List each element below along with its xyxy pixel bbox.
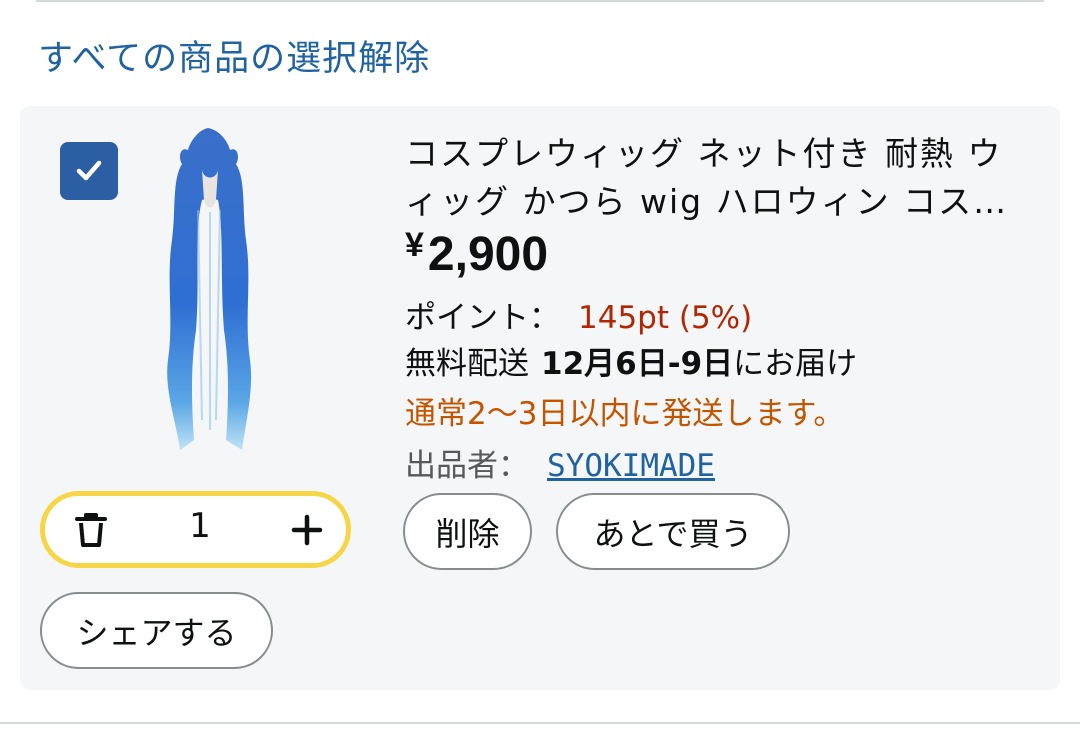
seller-label: 出品者： — [405, 448, 529, 484]
checkmark-icon — [76, 160, 102, 181]
price-value: 2,900 — [427, 228, 549, 281]
deselect-all-link[interactable]: すべての商品の選択解除 — [38, 30, 430, 81]
increase-quantity-button[interactable] — [285, 508, 329, 552]
decrease-quantity-button[interactable] — [71, 510, 111, 550]
quantity-value: 1 — [189, 506, 211, 546]
delivery-prefix: 無料配送 — [405, 346, 529, 382]
delivery-dates: 12月6日-9日 — [541, 346, 734, 382]
product-price: ¥2,900 — [405, 226, 548, 282]
product-title[interactable]: コスプレウィッグ ネット付き 耐熱 ウィッグ かつら wig ハロウィン コス… — [405, 130, 1023, 226]
points-label: ポイント： — [405, 300, 560, 336]
share-button[interactable]: シェアする — [40, 592, 273, 669]
bottom-divider — [0, 722, 1080, 724]
item-select-checkbox[interactable] — [60, 142, 118, 200]
seller-link[interactable]: SYOKIMADE — [547, 448, 715, 484]
save-for-later-button[interactable]: あとで買う — [556, 493, 790, 570]
delete-button[interactable]: 削除 — [403, 493, 532, 570]
currency-symbol: ¥ — [405, 226, 424, 264]
delivery-suffix: にお届け — [733, 346, 858, 382]
wig-image-icon — [167, 128, 252, 450]
product-image[interactable] — [150, 120, 270, 470]
points-row: ポイント： 145pt (5%) — [405, 292, 752, 337]
seller-row: 出品者： SYOKIMADE — [405, 440, 715, 485]
delivery-row: 無料配送 12月6日-9日にお届け — [405, 338, 857, 383]
plus-icon — [291, 514, 323, 546]
shipping-note: 通常2～3日以内に発送します。 — [405, 396, 845, 432]
quantity-stepper: 1 — [40, 491, 351, 568]
trash-icon — [75, 513, 107, 547]
points-value: 145pt (5%) — [578, 300, 753, 336]
top-divider — [36, 0, 1044, 2]
